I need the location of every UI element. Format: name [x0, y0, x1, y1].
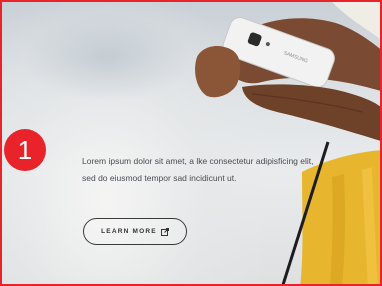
external-link-icon — [160, 227, 169, 236]
learn-more-label: LEARN MORE — [101, 228, 157, 235]
step-number-badge: 1 — [4, 129, 46, 171]
hero-banner: SAMSUNG Lorem ipsum dolor sit amet, a lk… — [0, 0, 382, 286]
hero-description: Lorem ipsum dolor sit amet, a lke consec… — [82, 156, 314, 183]
hero-photo: SAMSUNG — [195, 2, 380, 284]
background-bokeh — [22, 12, 192, 102]
learn-more-button[interactable]: LEARN MORE — [83, 218, 187, 245]
